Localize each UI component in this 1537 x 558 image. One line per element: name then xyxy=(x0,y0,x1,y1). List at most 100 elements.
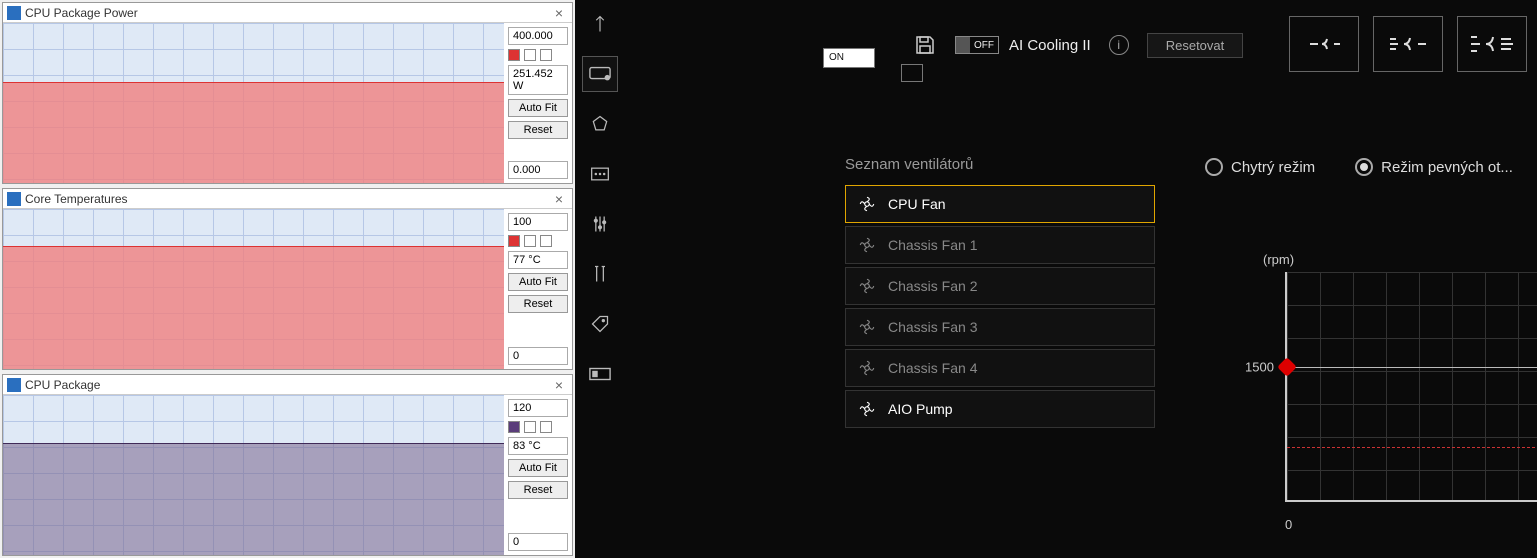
radio-icon xyxy=(1355,158,1373,176)
fan-control-app: ON OFF AI Cooling II i Resetovat xyxy=(575,0,1537,558)
monitor-panel-cpupkg: CPU Package × 120 83 °C Auto Fit Reset 0 xyxy=(2,374,573,556)
threshold-line xyxy=(1287,447,1537,448)
mode-fixed[interactable]: Režim pevných ot... xyxy=(1355,158,1513,176)
ai-cooling-toggle[interactable]: OFF AI Cooling II xyxy=(955,36,1091,54)
fan-item-aio[interactable]: AIO Pump xyxy=(845,390,1155,428)
sidebar-shape-icon[interactable] xyxy=(582,106,618,142)
preset-standard-button[interactable] xyxy=(1289,16,1359,72)
ai-cooling-label: AI Cooling II xyxy=(1009,37,1091,54)
sidebar-sliders-icon[interactable] xyxy=(582,206,618,242)
fan-preset-row xyxy=(1289,16,1527,72)
min-value[interactable]: 0.000 xyxy=(508,161,568,179)
color-swatches[interactable] xyxy=(508,235,568,247)
sidebar-keyboard-icon[interactable] xyxy=(582,56,618,92)
fan-item-chassis4[interactable]: Chassis Fan 4 xyxy=(845,349,1155,387)
mode-fixed-label: Režim pevných ot... xyxy=(1381,159,1513,176)
fan-label: Chassis Fan 2 xyxy=(888,278,977,294)
panel-title: Core Temperatures xyxy=(25,192,128,206)
info-icon[interactable]: i xyxy=(1109,35,1129,55)
sidebar-card-icon[interactable] xyxy=(582,356,618,392)
preset-turbo-button[interactable] xyxy=(1373,16,1443,72)
panel-title: CPU Package xyxy=(25,378,100,392)
color-swatches[interactable] xyxy=(508,421,568,433)
autofit-button[interactable]: Auto Fit xyxy=(508,273,568,291)
preset-fullspeed-button[interactable] xyxy=(1457,16,1527,72)
app-main: ON OFF AI Cooling II i Resetovat xyxy=(625,0,1537,558)
fan-item-chassis2[interactable]: Chassis Fan 2 xyxy=(845,267,1155,305)
monitor-panel-power: CPU Package Power × 400.000 251.452 W Au… xyxy=(2,2,573,184)
sidebar-tag-icon[interactable] xyxy=(582,306,618,342)
max-value[interactable]: 120 xyxy=(508,399,568,417)
x-tick-0: 0 xyxy=(1285,517,1292,532)
fan-icon xyxy=(858,236,876,254)
max-value[interactable]: 400.000 xyxy=(508,27,568,45)
chart-icon xyxy=(7,6,21,20)
fan-list: CPU Fan Chassis Fan 1 Chassis Fan 2 Chas… xyxy=(845,185,1155,428)
chart-controls: 120 83 °C Auto Fit Reset 0 xyxy=(504,395,572,555)
autofit-button[interactable]: Auto Fit xyxy=(508,459,568,477)
panel-title: CPU Package Power xyxy=(25,6,138,20)
chart-fill xyxy=(3,443,504,555)
fan-list-section: Seznam ventilátorů CPU Fan Chassis Fan 1… xyxy=(845,156,1155,428)
color-swatches[interactable] xyxy=(508,49,568,61)
y-axis-unit: (rpm) xyxy=(1263,252,1294,267)
fan-label: CPU Fan xyxy=(888,196,946,212)
chart-controls: 100 77 °C Auto Fit Reset 0 xyxy=(504,209,572,369)
fan-curve-handle[interactable] xyxy=(1277,357,1297,377)
chart-controls: 400.000 251.452 W Auto Fit Reset 0.000 xyxy=(504,23,572,183)
mode-selector: Chytrý režim Režim pevných ot... xyxy=(1205,158,1513,176)
fan-icon xyxy=(858,318,876,336)
fan-icon xyxy=(858,195,876,213)
sidebar-tools-icon[interactable] xyxy=(582,256,618,292)
app-sidebar xyxy=(575,0,625,558)
panel-header[interactable]: CPU Package Power × xyxy=(3,3,572,23)
chart-fill xyxy=(3,82,504,183)
current-value: 251.452 W xyxy=(508,65,568,95)
panel-header[interactable]: CPU Package × xyxy=(3,375,572,395)
chart-area xyxy=(3,209,504,369)
close-icon[interactable]: × xyxy=(550,5,568,21)
fan-curve-line xyxy=(1287,367,1537,368)
off-label: OFF xyxy=(970,40,998,51)
fan-label: Chassis Fan 3 xyxy=(888,319,977,335)
fan-icon xyxy=(858,359,876,377)
fan-label: AIO Pump xyxy=(888,401,953,417)
chart-icon xyxy=(7,378,21,392)
reset-button[interactable]: Reset xyxy=(508,481,568,499)
fan-label: Chassis Fan 4 xyxy=(888,360,977,376)
monitor-panel-coretemp: Core Temperatures × 100 77 °C Auto Fit R… xyxy=(2,188,573,370)
fan-icon xyxy=(858,277,876,295)
close-icon[interactable]: × xyxy=(550,377,568,393)
graph-plot-area[interactable] xyxy=(1285,272,1537,502)
max-value[interactable]: 100 xyxy=(508,213,568,231)
save-icon[interactable] xyxy=(913,33,937,57)
fan-item-chassis3[interactable]: Chassis Fan 3 xyxy=(845,308,1155,346)
reset-button[interactable]: Reset xyxy=(508,295,568,313)
current-value: 83 °C xyxy=(508,437,568,455)
reset-button[interactable]: Resetovat xyxy=(1147,33,1244,58)
sidebar-media-icon[interactable] xyxy=(582,156,618,192)
current-value: 77 °C xyxy=(508,251,568,269)
fan-item-cpu[interactable]: CPU Fan xyxy=(845,185,1155,223)
y-tick-1500: 1500 xyxy=(1245,360,1274,375)
radio-icon xyxy=(1205,158,1223,176)
chart-area xyxy=(3,395,504,555)
sidebar-pin-icon[interactable] xyxy=(582,6,618,42)
fan-item-chassis1[interactable]: Chassis Fan 1 xyxy=(845,226,1155,264)
folder-icon[interactable] xyxy=(901,64,923,82)
chart-icon xyxy=(7,192,21,206)
autofit-button[interactable]: Auto Fit xyxy=(508,99,568,117)
reset-button[interactable]: Reset xyxy=(508,121,568,139)
mode-smart-label: Chytrý režim xyxy=(1231,159,1315,176)
monitoring-pane: CPU Package Power × 400.000 251.452 W Au… xyxy=(0,0,575,558)
fan-curve-graph[interactable]: (rpm) 1500 0 75 (°C) xyxy=(1245,252,1537,532)
min-value[interactable]: 0 xyxy=(508,533,568,551)
min-value[interactable]: 0 xyxy=(508,347,568,365)
close-icon[interactable]: × xyxy=(550,191,568,207)
mode-smart[interactable]: Chytrý režim xyxy=(1205,158,1315,176)
chart-fill xyxy=(3,246,504,369)
fan-icon xyxy=(858,400,876,418)
fan-label: Chassis Fan 1 xyxy=(888,237,977,253)
fan-list-title: Seznam ventilátorů xyxy=(845,156,1155,173)
panel-header[interactable]: Core Temperatures × xyxy=(3,189,572,209)
